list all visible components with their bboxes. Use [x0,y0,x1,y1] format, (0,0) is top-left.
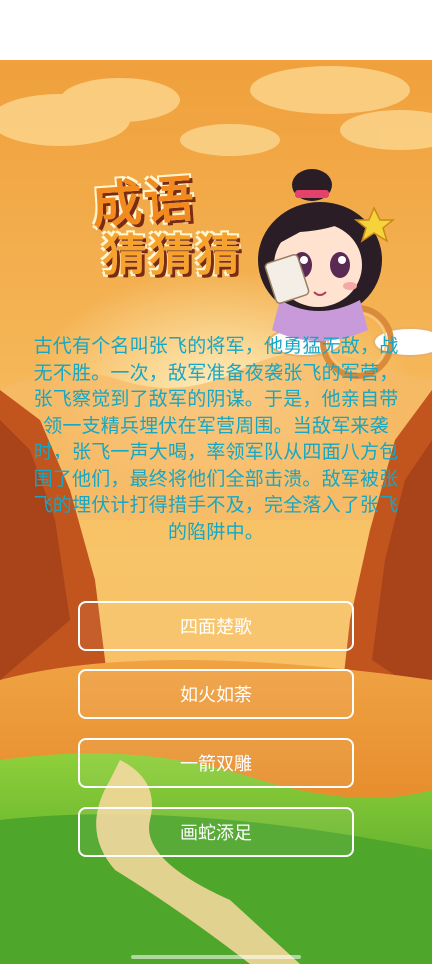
logo-title-line2: 猜猜猜 [102,229,243,281]
answer-option-1[interactable]: 四面楚歌 [78,601,354,651]
status-bar-area [0,0,432,60]
game-screen: 成语 猜猜猜 古代有个名叫张飞的将军，他勇猛无敌，战无不胜。一次，敌军准备夜袭张… [0,0,432,964]
game-logo: 成语 猜猜猜 [90,170,302,281]
logo-title-line1: 成语 [89,169,198,235]
answer-option-3[interactable]: 一箭双雕 [78,738,354,788]
answer-option-2[interactable]: 如火如荼 [78,669,354,719]
question-story-text: 古代有个名叫张飞的将军，他勇猛无敌，战无不胜。一次，敌军准备夜袭张飞的军营，张飞… [33,335,399,543]
answer-option-4[interactable]: 画蛇添足 [78,807,354,857]
home-indicator[interactable] [131,955,301,959]
